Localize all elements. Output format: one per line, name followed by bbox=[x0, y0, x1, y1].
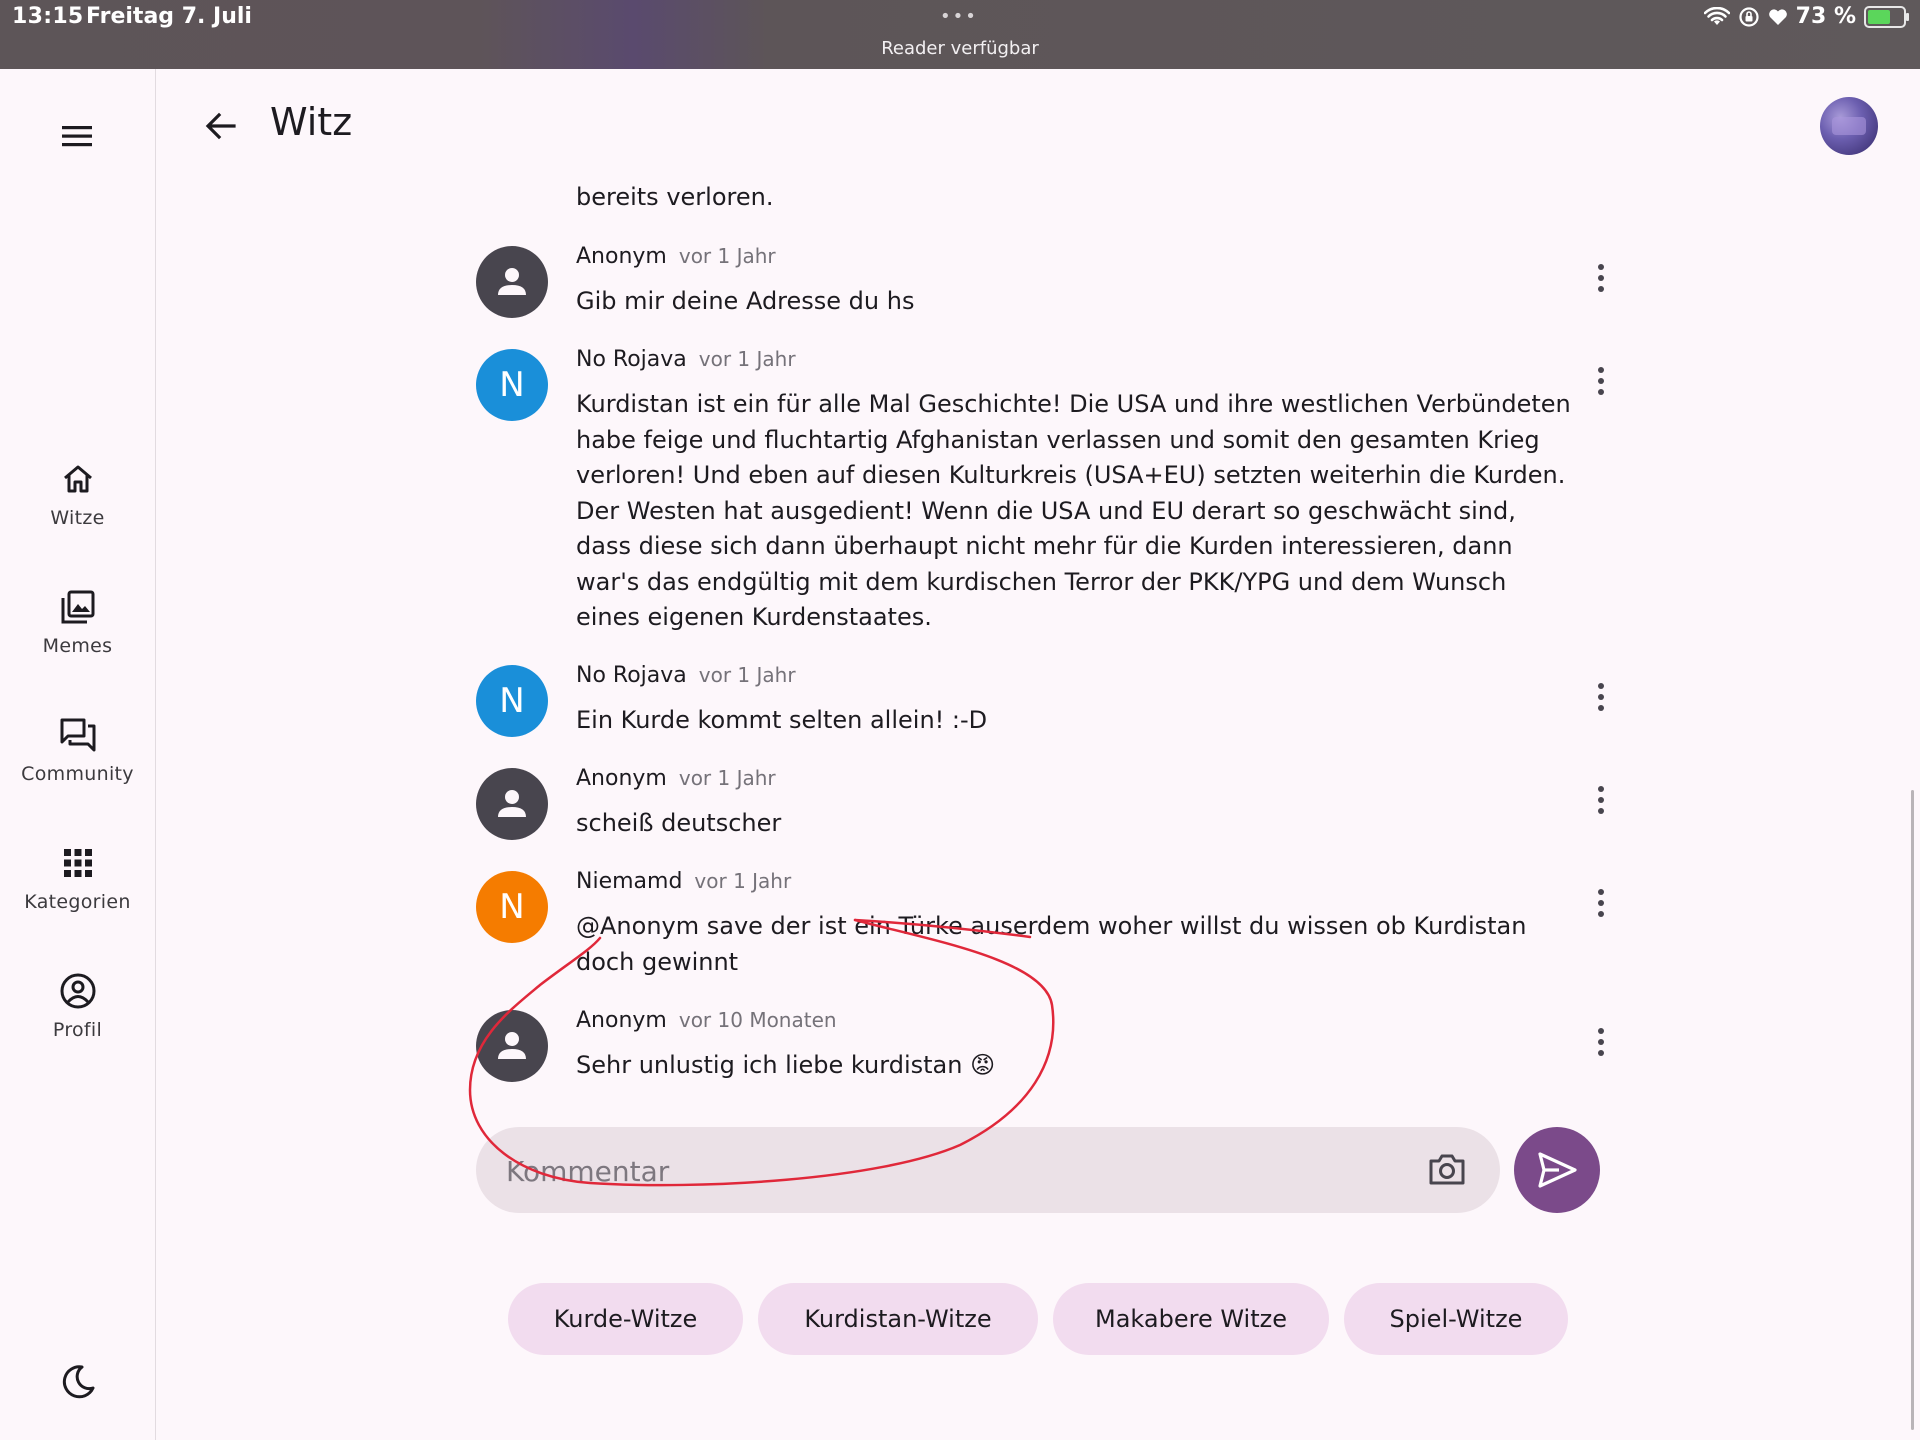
more-vert-icon bbox=[1598, 786, 1604, 814]
avatar: N bbox=[476, 871, 548, 943]
menu-button[interactable] bbox=[56, 115, 98, 157]
comment-time: vor 1 Jahr bbox=[694, 869, 792, 893]
rail-item-witze[interactable]: Witze bbox=[0, 459, 155, 529]
forum-icon bbox=[60, 718, 95, 752]
battery-icon bbox=[1864, 5, 1909, 28]
comment-author[interactable]: Niemamd bbox=[576, 869, 682, 894]
chip-kurde-witze[interactable]: Kurde-Witze bbox=[508, 1283, 743, 1355]
comment-input[interactable] bbox=[504, 1127, 1388, 1215]
back-button[interactable] bbox=[200, 105, 242, 147]
apps-grid-icon bbox=[63, 849, 92, 877]
comment-author[interactable]: Anonym bbox=[576, 1008, 667, 1033]
rail-item-profil[interactable]: Profil bbox=[0, 971, 155, 1041]
status-bar: 13:15 Freitag 7. Juli ••• Reader verfügb… bbox=[0, 0, 1920, 69]
comment-text: Sehr unlustig ich liebe kurdistan 😡 bbox=[576, 1051, 996, 1079]
rail-item-label: Profil bbox=[52, 1019, 103, 1041]
comment-more-button[interactable] bbox=[1586, 1024, 1616, 1060]
reader-available-label[interactable]: Reader verfügbar bbox=[0, 38, 1920, 59]
send-icon bbox=[1538, 1152, 1577, 1188]
avatar bbox=[476, 1010, 548, 1082]
person-icon bbox=[498, 790, 526, 817]
comment-author[interactable]: Anonym bbox=[576, 244, 667, 269]
camera-icon bbox=[1429, 1154, 1465, 1185]
status-indicators: 73 % bbox=[1703, 4, 1909, 29]
comment-author[interactable]: No Rojava bbox=[576, 347, 687, 372]
chip-makabere-witze[interactable]: Makabere Witze bbox=[1053, 1283, 1329, 1355]
comment-text: Gib mir deine Adresse du hs bbox=[576, 287, 915, 315]
camera-button[interactable] bbox=[1426, 1149, 1468, 1191]
rail-item-memes[interactable]: Memes bbox=[0, 587, 155, 657]
rail-item-kategorien[interactable]: Kategorien bbox=[0, 843, 155, 913]
comment-more-button[interactable] bbox=[1586, 782, 1616, 818]
comment-text: Ein Kurde kommt selten allein! :-D bbox=[576, 706, 988, 734]
image-library-icon bbox=[61, 590, 94, 624]
rail-item-label: Community bbox=[21, 763, 134, 785]
avatar: N bbox=[476, 665, 548, 737]
person-icon bbox=[498, 1032, 526, 1059]
comment-more-button[interactable] bbox=[1586, 260, 1616, 296]
comment-time: vor 1 Jahr bbox=[698, 347, 796, 371]
more-vert-icon bbox=[1598, 889, 1604, 917]
comment-author[interactable]: Anonym bbox=[576, 766, 667, 791]
comment-more-button[interactable] bbox=[1586, 885, 1616, 921]
comment-time: vor 1 Jahr bbox=[678, 244, 776, 268]
comment-input-container bbox=[476, 1127, 1500, 1215]
theme-toggle-button[interactable] bbox=[58, 1362, 98, 1406]
status-date: Freitag 7. Juli bbox=[86, 4, 252, 29]
wifi-icon bbox=[1703, 6, 1730, 25]
more-vert-icon bbox=[1598, 264, 1604, 292]
comment-author[interactable]: No Rojava bbox=[576, 663, 687, 688]
chip-kurdistan-witze[interactable]: Kurdistan-Witze bbox=[758, 1283, 1038, 1355]
account-circle-icon bbox=[60, 973, 95, 1009]
dark-mode-moon-icon bbox=[62, 1365, 95, 1399]
user-avatar-button[interactable] bbox=[1820, 97, 1878, 155]
rail-item-label: Witze bbox=[50, 507, 105, 529]
hamburger-menu-icon bbox=[62, 126, 92, 147]
avatar bbox=[476, 768, 548, 840]
heart-icon bbox=[1768, 8, 1787, 25]
comment-text: @Anonym save der ist ein Türke auserdem … bbox=[576, 912, 1527, 976]
arrow-back-icon bbox=[205, 112, 236, 140]
page-title: Witz bbox=[270, 100, 353, 144]
status-time: 13:15 bbox=[12, 4, 84, 29]
comment-more-button[interactable] bbox=[1586, 363, 1616, 399]
scrollbar[interactable] bbox=[1911, 790, 1914, 1430]
multitasking-dots[interactable]: ••• bbox=[940, 6, 978, 27]
more-vert-icon bbox=[1598, 683, 1604, 711]
battery-percent: 73 % bbox=[1795, 4, 1856, 29]
comment-time: vor 1 Jahr bbox=[698, 663, 796, 687]
comment-text: scheiß deutscher bbox=[576, 809, 782, 837]
comment-time: vor 1 Jahr bbox=[678, 766, 776, 790]
comment-more-button[interactable] bbox=[1586, 679, 1616, 715]
more-vert-icon bbox=[1598, 1028, 1604, 1056]
comment-text: Kurdistan ist ein für alle Mal Geschicht… bbox=[576, 390, 1571, 631]
send-button[interactable] bbox=[1514, 1127, 1600, 1213]
avatar bbox=[476, 246, 548, 318]
more-vert-icon bbox=[1598, 367, 1604, 395]
orientation-lock-icon bbox=[1739, 6, 1759, 27]
avatar: N bbox=[476, 349, 548, 421]
rail-item-label: Kategorien bbox=[24, 891, 131, 913]
rail-item-community[interactable]: Community bbox=[0, 715, 155, 785]
rail-item-label: Memes bbox=[42, 635, 113, 657]
chip-spiel-witze[interactable]: Spiel-Witze bbox=[1344, 1283, 1568, 1355]
person-icon bbox=[498, 268, 526, 295]
home-icon bbox=[63, 465, 92, 493]
comment-time: vor 10 Monaten bbox=[678, 1008, 837, 1032]
post-text-fragment: bereits verloren. bbox=[576, 183, 774, 211]
navigation-rail: Witze Memes Community Kategorien Profil bbox=[0, 69, 156, 1440]
